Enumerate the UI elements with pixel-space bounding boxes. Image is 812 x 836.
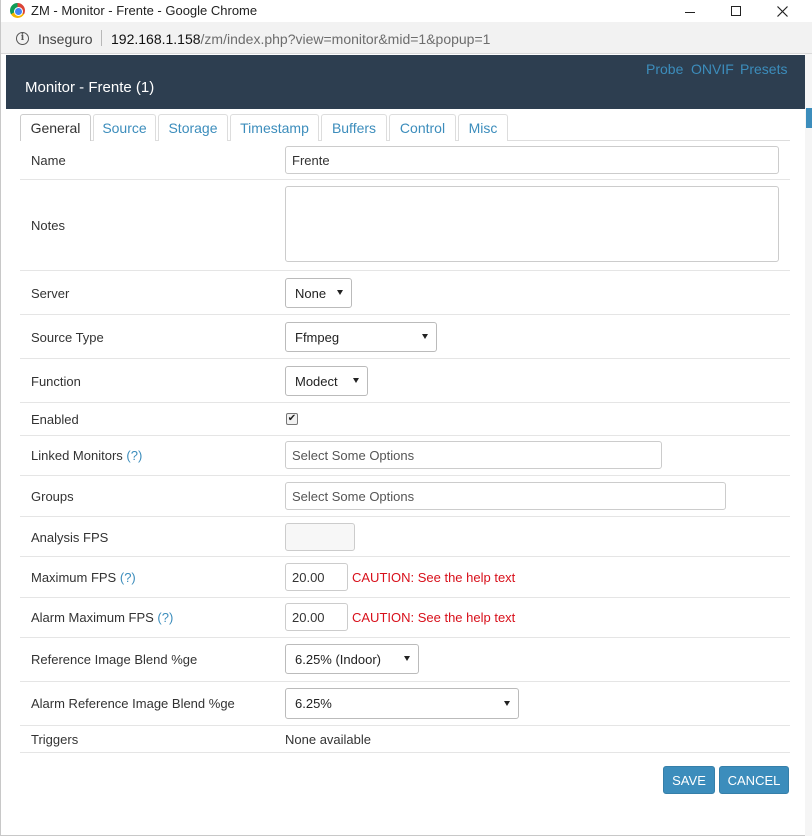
- alarm-max-fps-caution: CAUTION: See the help text: [352, 610, 516, 625]
- alarm-max-fps-help-link[interactable]: (?): [157, 610, 173, 625]
- cancel-button[interactable]: CANCEL: [719, 766, 789, 794]
- enabled-label: Enabled: [31, 412, 79, 427]
- chevron-down-icon: [504, 700, 510, 706]
- name-label: Name: [31, 153, 66, 168]
- row-divider: [20, 270, 790, 271]
- minimize-button[interactable]: [667, 0, 713, 22]
- groups-placeholder: Select Some Options: [292, 488, 415, 504]
- row-divider: [20, 725, 790, 726]
- modal-header: Monitor - Frente (1) Probe ONVIF Presets: [6, 55, 805, 109]
- address-bar[interactable]: i Inseguro 192.168.1.158/zm/index.php?vi…: [1, 22, 812, 54]
- server-label: Server: [31, 286, 70, 301]
- alarm-ref-blend-select-value: 6.25%: [295, 696, 332, 711]
- function-label: Function: [31, 374, 81, 389]
- tab-buffers[interactable]: Buffers: [321, 114, 387, 141]
- row-divider: [20, 681, 790, 682]
- name-input[interactable]: Frente: [285, 146, 779, 174]
- source-type-label: Source Type: [31, 330, 104, 345]
- url-path: /zm/index.php?view=monitor&mid=1&popup=1: [200, 31, 491, 47]
- title-bar: ZM - Monitor - Frente - Google Chrome: [1, 0, 812, 22]
- max-fps-label-text: Maximum FPS: [31, 570, 117, 585]
- notes-textarea[interactable]: [285, 186, 779, 262]
- tab-general[interactable]: General: [20, 114, 91, 141]
- max-fps-caution: CAUTION: See the help text: [352, 570, 516, 585]
- server-select-value: None: [295, 285, 327, 301]
- alarm-max-fps-label-text: Alarm Maximum FPS: [31, 610, 154, 625]
- probe-link[interactable]: Probe: [646, 61, 683, 77]
- alarm-ref-blend-label: Alarm Reference Image Blend %ge: [31, 696, 235, 711]
- enabled-checkbox[interactable]: ✔: [286, 413, 298, 425]
- server-select[interactable]: None: [285, 278, 352, 308]
- tab-control[interactable]: Control: [389, 114, 456, 141]
- notes-label: Notes: [31, 218, 65, 233]
- alarm-max-fps-input[interactable]: 20.00: [285, 603, 348, 631]
- row-divider: [20, 402, 790, 403]
- row-divider: [20, 475, 790, 476]
- tab-misc[interactable]: Misc: [458, 114, 508, 141]
- chevron-down-icon: [422, 334, 428, 339]
- row-divider: [20, 179, 790, 180]
- tab-storage[interactable]: Storage: [158, 114, 228, 141]
- function-select-value: Modect: [295, 373, 338, 389]
- close-icon: [776, 5, 788, 17]
- source-type-select[interactable]: Ffmpeg: [285, 322, 437, 352]
- triggers-label: Triggers: [31, 732, 79, 747]
- row-divider: [20, 314, 790, 315]
- analysis-fps-input[interactable]: [285, 523, 355, 551]
- alarm-ref-blend-select[interactable]: 6.25%: [285, 688, 519, 719]
- linked-monitors-placeholder: Select Some Options: [292, 447, 415, 463]
- background-page-chip: [806, 108, 812, 128]
- security-label[interactable]: Inseguro: [38, 31, 92, 47]
- ref-blend-select[interactable]: 6.25% (Indoor): [285, 644, 419, 674]
- source-type-select-value: Ffmpeg: [295, 329, 340, 345]
- minimize-icon: [685, 11, 695, 13]
- row-divider: [20, 516, 790, 517]
- ref-blend-label: Reference Image Blend %ge: [31, 652, 198, 667]
- linked-monitors-label: Linked Monitors (?): [31, 448, 142, 463]
- ref-blend-select-value: 6.25% (Indoor): [295, 651, 381, 667]
- chevron-down-icon: [337, 290, 343, 295]
- groups-label: Groups: [31, 489, 74, 504]
- browser-window: ZM - Monitor - Frente - Google Chrome i …: [0, 0, 812, 836]
- analysis-fps-label: Analysis FPS: [31, 530, 109, 545]
- onvif-link[interactable]: ONVIF: [691, 61, 734, 77]
- tab-source[interactable]: Source: [93, 114, 156, 141]
- row-divider: [20, 556, 790, 557]
- presets-link[interactable]: Presets: [740, 61, 787, 77]
- row-divider: [20, 752, 790, 753]
- maximize-button[interactable]: [713, 0, 759, 22]
- groups-multiselect[interactable]: Select Some Options: [285, 482, 726, 510]
- row-divider: [20, 597, 790, 598]
- triggers-value: None available: [285, 732, 372, 747]
- linked-monitors-label-text: Linked Monitors: [31, 448, 123, 463]
- linked-monitors-multiselect[interactable]: Select Some Options: [285, 441, 662, 469]
- modal-title: Monitor - Frente (1): [25, 79, 155, 96]
- chevron-down-icon: [404, 656, 410, 661]
- function-select[interactable]: Modect: [285, 366, 368, 396]
- maximize-icon: [731, 6, 741, 16]
- info-icon[interactable]: i: [16, 32, 29, 45]
- save-button[interactable]: SAVE: [663, 766, 715, 794]
- row-divider: [20, 637, 790, 638]
- tab-timestamp[interactable]: Timestamp: [230, 114, 319, 141]
- max-fps-input[interactable]: 20.00: [285, 563, 348, 591]
- window-title: ZM - Monitor - Frente - Google Chrome: [31, 3, 258, 18]
- close-window-button[interactable]: [759, 0, 805, 22]
- max-fps-label: Maximum FPS (?): [31, 570, 136, 585]
- url-host: 192.168.1.158: [111, 31, 201, 47]
- chevron-down-icon: [353, 378, 359, 383]
- linked-monitors-help-link[interactable]: (?): [126, 448, 142, 463]
- row-divider: [20, 435, 790, 436]
- background-page-edge: [805, 54, 812, 836]
- address-separator: [101, 30, 102, 46]
- alarm-max-fps-label: Alarm Maximum FPS (?): [31, 610, 173, 625]
- chrome-logo-icon: [10, 3, 25, 18]
- url-text[interactable]: 192.168.1.158/zm/index.php?view=monitor&…: [111, 31, 490, 47]
- max-fps-help-link[interactable]: (?): [120, 570, 136, 585]
- row-divider: [20, 358, 790, 359]
